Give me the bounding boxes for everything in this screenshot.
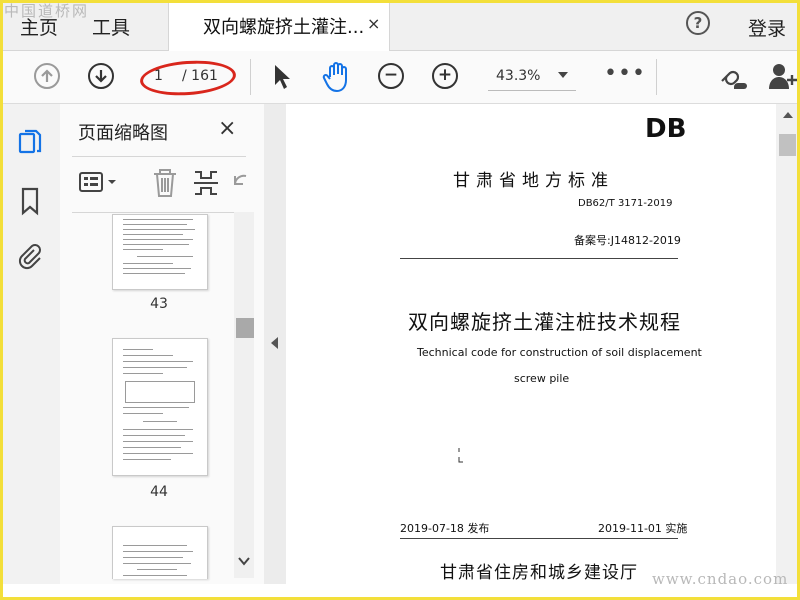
doc-rule-bottom	[400, 538, 678, 539]
document-tab-title: 双向螺旋挤土灌注...	[203, 17, 365, 38]
share-link-icon[interactable]	[716, 61, 750, 93]
arrow-down-icon	[95, 70, 107, 83]
zoom-select[interactable]: 43.3%	[488, 64, 576, 91]
document-scrollbar[interactable]	[776, 104, 800, 584]
zoom-out-button[interactable]: −	[378, 63, 404, 89]
page-thumbnails-icon[interactable]	[16, 128, 44, 158]
watermark-bottom-right: www.cndao.com	[652, 570, 789, 588]
doc-release-date: 2019-07-18 发布	[400, 522, 490, 535]
doc-title-en-2: screw pile	[514, 372, 570, 385]
login-button[interactable]: 登录	[748, 14, 786, 41]
chevron-down-icon[interactable]	[238, 556, 250, 566]
document-scroll-thumb[interactable]	[779, 134, 796, 156]
left-tool-rail	[0, 104, 61, 584]
panel-divider	[72, 156, 246, 157]
doc-implement-date: 2019-11-01 实施	[598, 522, 688, 535]
next-page-button[interactable]	[88, 63, 114, 89]
toolbar-divider	[656, 59, 657, 95]
doc-record-number: 备案号:J14812-2019	[574, 234, 681, 247]
page-thumbnail[interactable]	[112, 526, 208, 579]
doc-standard-type: 甘肃省地方标准	[453, 171, 614, 191]
tab-close-icon[interactable]: ×	[367, 14, 380, 33]
doc-mark-icon	[458, 448, 463, 463]
help-icon[interactable]: ?	[686, 11, 710, 35]
thumbnail-options-icon[interactable]	[78, 166, 122, 200]
doc-title-en-1: Technical code for construction of soil …	[417, 346, 702, 359]
page-thumbnail[interactable]	[112, 338, 208, 476]
zoom-value: 43.3%	[496, 68, 541, 84]
chevron-down-icon	[558, 72, 568, 78]
more-tools-button[interactable]: •••	[604, 61, 646, 86]
panel-collapse-handle[interactable]	[264, 104, 286, 584]
panel-close-icon[interactable]: ×	[218, 116, 236, 141]
document-tab[interactable]: 双向螺旋挤土灌注... ×	[168, 0, 390, 51]
thumbnail-panel: 页面缩略图 × 43 44	[60, 104, 265, 584]
bookmark-icon[interactable]	[16, 186, 44, 216]
thumbnail-scroll-thumb[interactable]	[236, 318, 254, 338]
collapse-arrow-icon	[271, 337, 278, 349]
toolbar-divider	[250, 59, 251, 95]
doc-standard-code: DB62/T 3171-2019	[578, 198, 673, 209]
panel-title: 页面缩略图	[78, 123, 168, 144]
document-page: DB 甘肃省地方标准 DB62/T 3171-2019 备案号:J14812-2…	[286, 104, 776, 584]
doc-issuer: 甘肃省住房和城乡建设厅	[440, 563, 638, 583]
extract-pages-icon[interactable]	[192, 166, 220, 200]
add-user-icon[interactable]	[768, 61, 800, 93]
doc-rule-top	[400, 258, 678, 259]
menu-tools[interactable]: 工具	[92, 13, 130, 40]
thumbnail-page-number: 44	[150, 484, 168, 500]
thumbnail-page-number: 43	[150, 296, 168, 312]
thumbnail-scrollbar[interactable]	[234, 212, 254, 578]
page-thumbnail[interactable]	[112, 214, 208, 290]
previous-page-button[interactable]	[34, 63, 60, 89]
menu-bar: 中国道桥网 主页 工具 双向螺旋挤土灌注... × ? 登录	[0, 0, 800, 51]
rotate-page-icon[interactable]	[232, 166, 248, 200]
arrow-up-icon	[41, 69, 53, 82]
watermark-top-left: 中国道桥网	[4, 2, 90, 20]
delete-page-icon[interactable]	[150, 166, 180, 200]
hand-tool-icon[interactable]	[322, 61, 352, 93]
doc-db-mark: DB	[645, 114, 687, 144]
toolbar: 1 / 161 − + 43.3% •••	[0, 51, 800, 104]
attachment-icon[interactable]	[16, 242, 44, 272]
panel-divider	[72, 212, 246, 213]
document-viewport[interactable]: DB 甘肃省地方标准 DB62/T 3171-2019 备案号:J14812-2…	[286, 104, 800, 584]
doc-title-cn: 双向螺旋挤土灌注桩技术规程	[408, 310, 681, 334]
chevron-up-icon[interactable]	[783, 112, 793, 118]
zoom-in-button[interactable]: +	[432, 63, 458, 89]
select-cursor-icon[interactable]	[272, 63, 292, 91]
